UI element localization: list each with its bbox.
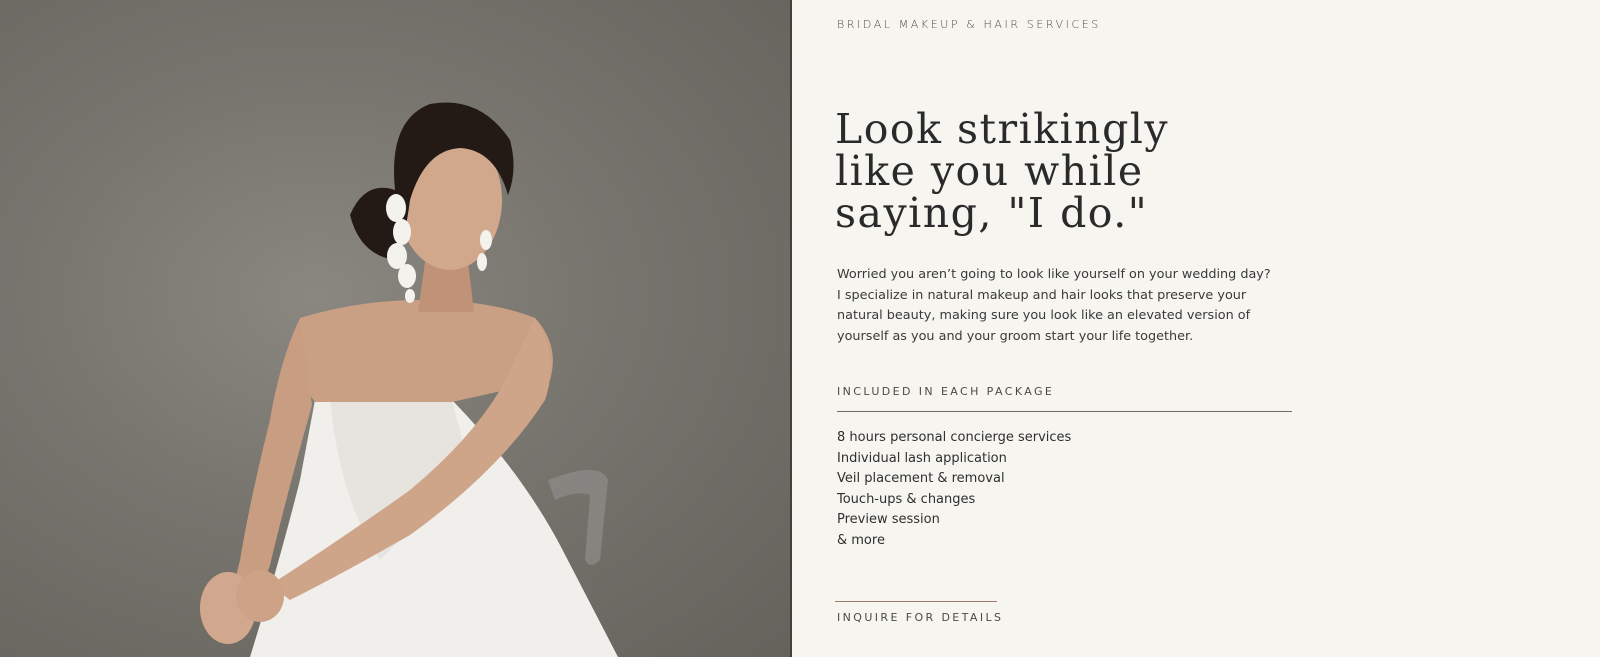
hero-photo <box>0 0 790 657</box>
package-list: 8 hours personal concierge services Indi… <box>837 428 1071 551</box>
list-item: Touch-ups & changes <box>837 491 976 507</box>
inquire-link[interactable]: INQUIRE FOR DETAILS <box>837 611 1003 624</box>
intro-paragraph: Worried you aren’t going to look like yo… <box>837 267 1271 344</box>
headline-line: saying, "I do." <box>835 189 1149 237</box>
page-headline: Look strikingly like you while saying, "… <box>835 108 1315 234</box>
headline-line: like you while <box>835 147 1144 195</box>
bride-illustration <box>200 102 618 657</box>
cta-rule <box>835 601 997 602</box>
list-item: Individual lash application <box>837 450 1007 466</box>
content-panel: BRIDAL MAKEUP & HAIR SERVICES Look strik… <box>792 0 1600 657</box>
list-item: & more <box>837 532 885 548</box>
section-divider <box>837 411 1292 412</box>
list-item: 8 hours personal concierge services <box>837 430 1072 445</box>
list-item: Veil placement & removal <box>837 471 1005 486</box>
headline-line: Look strikingly <box>835 105 1170 153</box>
list-item: Preview session <box>837 512 940 527</box>
package-section-label: INCLUDED IN EACH PACKAGE <box>837 385 1055 398</box>
eyebrow-label: BRIDAL MAKEUP & HAIR SERVICES <box>837 18 1101 31</box>
